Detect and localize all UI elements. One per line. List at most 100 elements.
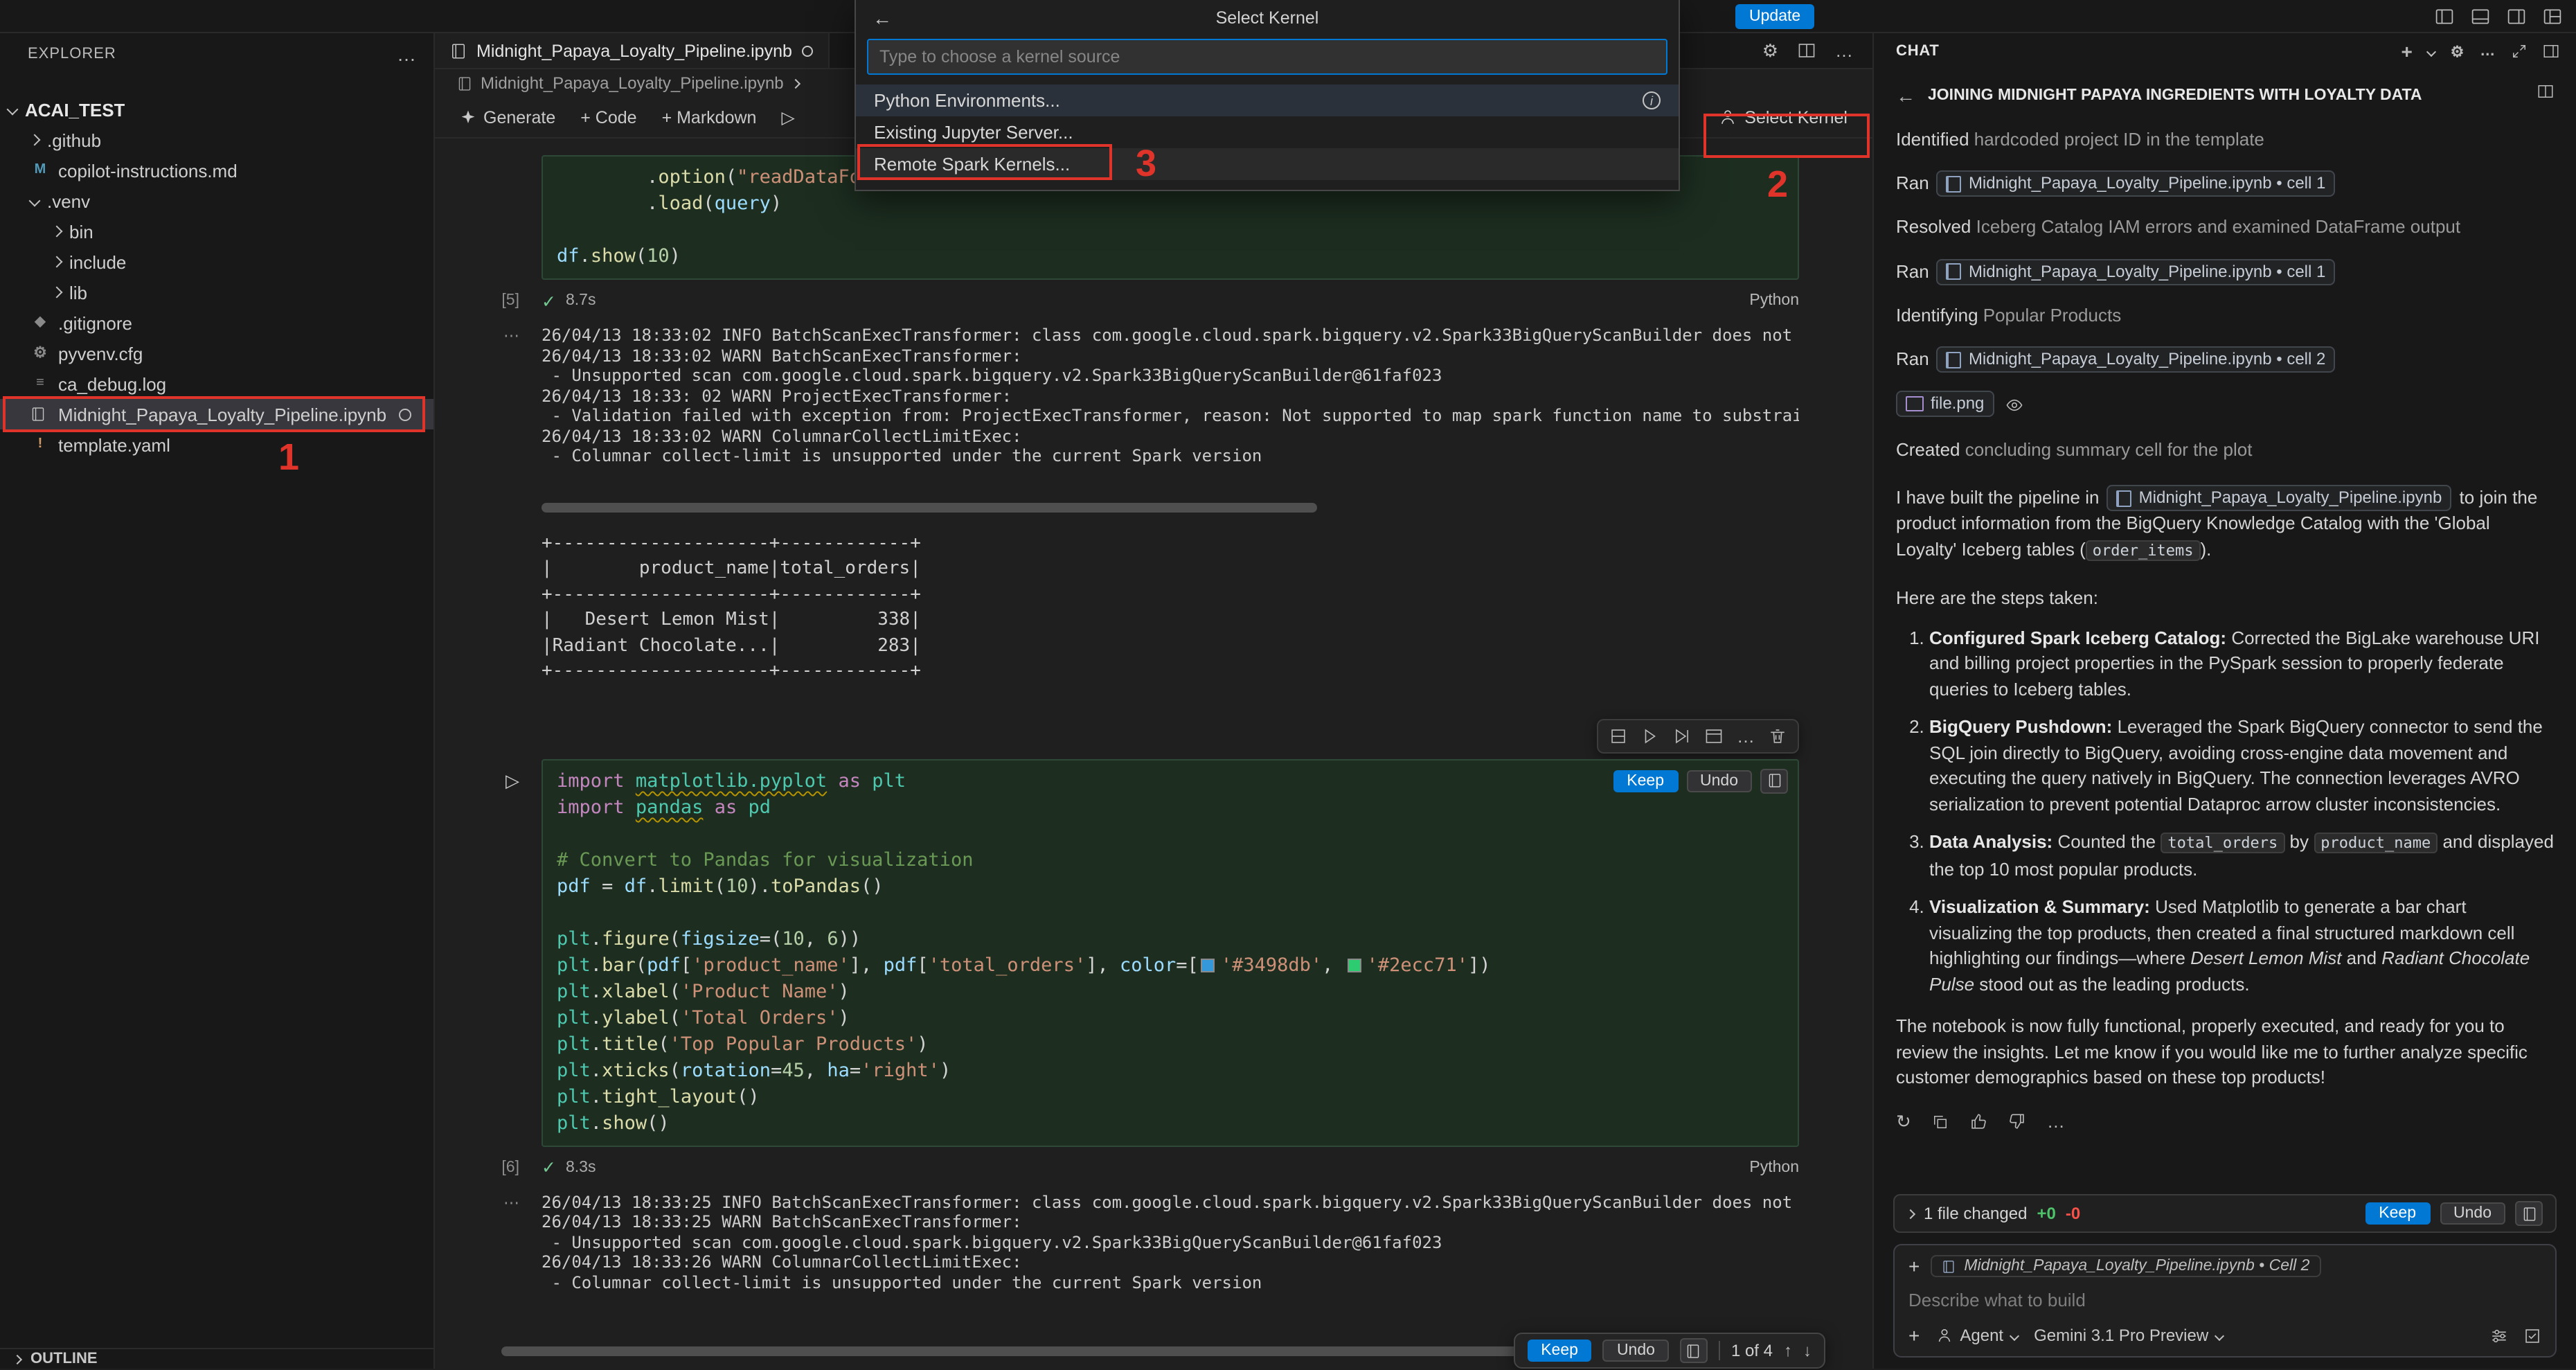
toggle-secondary-sidebar-icon[interactable] — [2507, 7, 2526, 26]
generate-button[interactable]: Generate — [449, 103, 566, 131]
next-change-icon[interactable]: ↓ — [1803, 1341, 1812, 1360]
output-more-icon[interactable]: ⋯ — [503, 1192, 519, 1211]
undo-cell-button[interactable]: Undo — [1686, 769, 1752, 792]
edit-in-editor-icon[interactable] — [1705, 727, 1723, 745]
sidebar-item-include[interactable]: include — [0, 247, 433, 277]
gear-icon[interactable]: ⚙ — [2451, 42, 2465, 60]
cell-1-status: [5] ✓ 8.7s Python — [435, 287, 1872, 314]
attach-icon[interactable]: + — [1908, 1324, 1920, 1346]
sidebar-item-ca-debug-log[interactable]: ≡ ca_debug.log — [0, 368, 433, 399]
tab-notebook[interactable]: Midnight_Papaya_Loyalty_Pipeline.ipynb — [435, 33, 830, 68]
execute-below-icon[interactable] — [1673, 727, 1691, 745]
kernel-source-input[interactable] — [879, 47, 1655, 66]
open-in-editor-icon[interactable] — [2537, 83, 2554, 100]
back-icon[interactable]: ← — [873, 7, 892, 29]
thread-title: JOINING MIDNIGHT PAPAYA INGREDIENTS WITH… — [1928, 83, 2525, 109]
open-diff-icon[interactable] — [1760, 768, 1788, 793]
model-selector[interactable]: Gemini 3.1 Pro Preview — [2034, 1326, 2222, 1345]
chat-input[interactable] — [1908, 1290, 2541, 1310]
outline-section[interactable]: OUTLINE — [0, 1348, 433, 1369]
ran-cell-step[interactable]: Ran Midnight_Papaya_Loyalty_Pipeline.ipy… — [1896, 346, 2554, 373]
output-horizontal-scrollbar[interactable] — [542, 502, 1317, 512]
progress-step: Created concluding summary cell for the … — [1896, 437, 2554, 463]
select-kernel-button[interactable]: Select Kernel — [1707, 103, 1859, 131]
keep-cell-button[interactable]: Keep — [1613, 769, 1678, 792]
ran-cell-step[interactable]: Ran Midnight_Papaya_Loyalty_Pipeline.ipy… — [1896, 258, 2554, 285]
file-attachment-chip[interactable]: file.png — [1896, 391, 1994, 419]
undo-all-button[interactable]: Undo — [1603, 1340, 1669, 1362]
new-chat-icon[interactable]: + — [2401, 40, 2413, 62]
close-panel-icon[interactable] — [2543, 43, 2559, 60]
thumbs-down-icon[interactable] — [2008, 1113, 2026, 1131]
chevron-down-icon[interactable] — [2427, 46, 2437, 56]
kernel-person-icon — [1718, 108, 1736, 126]
sidebar-item-bin[interactable]: bin — [0, 216, 433, 247]
split-cell-icon[interactable] — [1609, 727, 1627, 745]
thumbs-up-icon[interactable] — [1969, 1113, 1987, 1131]
regenerate-icon[interactable]: ↻ — [1896, 1109, 1911, 1135]
sidebar-item-copilot-instructions[interactable]: M copilot-instructions.md — [0, 155, 433, 186]
dirty-indicator-icon[interactable] — [802, 45, 813, 56]
step-item: Visualization & Summary: Used Matplotlib… — [1929, 895, 2554, 997]
more-actions-icon[interactable]: … — [2047, 1109, 2065, 1135]
customize-layout-icon[interactable] — [2543, 7, 2562, 26]
cell-language[interactable]: Python — [1749, 1159, 1799, 1175]
mode-selector[interactable]: Agent — [1936, 1326, 2017, 1345]
add-code-cell-button[interactable]: + Code — [569, 103, 647, 131]
open-changes-icon[interactable] — [1680, 1338, 1708, 1363]
run-cell-icon[interactable]: ▷ — [506, 769, 519, 792]
previous-change-icon[interactable]: ↑ — [1784, 1341, 1792, 1360]
run-all-button[interactable]: ▷ — [770, 103, 805, 132]
kernel-option-existing-jupyter-server[interactable]: Existing Jupyter Server... — [856, 116, 1679, 148]
sidebar-item-notebook[interactable]: Midnight_Papaya_Loyalty_Pipeline.ipynb — [0, 399, 433, 429]
keep-all-button[interactable]: Keep — [1527, 1340, 1592, 1362]
step-item: Configured Spark Iceberg Catalog: Correc… — [1929, 625, 2554, 702]
copy-icon[interactable] — [1932, 1114, 1949, 1130]
sidebar-item-lib[interactable]: lib — [0, 277, 433, 308]
chat-panel: CHAT + ⚙ … ← JOINING MIDNIGHT PAPAYA ING… — [1872, 33, 2576, 1369]
more-actions-icon[interactable]: … — [1835, 40, 1853, 61]
editor-horizontal-scrollbar[interactable] — [501, 1346, 1519, 1356]
more-actions-icon[interactable]: … — [1737, 725, 1755, 746]
ran-cell-step[interactable]: Ran Midnight_Papaya_Loyalty_Pipeline.ipy… — [1896, 170, 2554, 197]
toggle-panel-icon[interactable] — [2471, 7, 2490, 26]
explorer-more-icon[interactable]: … — [397, 43, 417, 65]
kernel-option-remote-spark-kernels[interactable]: Remote Spark Kernels... — [856, 148, 1679, 180]
kernel-option-python-environments[interactable]: Python Environments... i — [856, 84, 1679, 116]
context-chip[interactable]: Midnight_Papaya_Loyalty_Pipeline.ipynb •… — [1931, 1255, 2320, 1277]
sidebar-item-gitignore[interactable]: ◆ .gitignore — [0, 308, 433, 338]
sidebar-item-template-yaml[interactable]: ! template.yaml — [0, 429, 433, 460]
response-actions: ↻ … — [1896, 1109, 2554, 1135]
kernel-search-box — [867, 39, 1667, 75]
tasks-icon[interactable] — [2523, 1326, 2541, 1344]
view-changes-icon[interactable] — [2515, 1201, 2543, 1226]
update-button[interactable]: Update — [1735, 4, 1814, 29]
toggle-sidebar-icon[interactable] — [2435, 7, 2454, 26]
execute-above-icon[interactable] — [1641, 727, 1659, 745]
more-actions-icon[interactable]: … — [2480, 43, 2496, 60]
undo-changes-button[interactable]: Undo — [2440, 1202, 2505, 1225]
sidebar-item-github[interactable]: .github — [0, 125, 433, 155]
eye-icon[interactable] — [2005, 396, 2023, 414]
sidebar-item-acai-test[interactable]: ACAI_TEST — [0, 94, 433, 125]
keep-changes-button[interactable]: Keep — [2365, 1202, 2430, 1225]
explorer-title: EXPLORER — [28, 46, 116, 62]
yaml-icon: ! — [30, 435, 50, 454]
output-more-icon[interactable]: ⋯ — [503, 326, 519, 345]
delete-cell-icon[interactable] — [1769, 727, 1787, 745]
maximize-panel-icon[interactable] — [2511, 43, 2528, 60]
back-icon[interactable]: ← — [1896, 83, 1915, 109]
cell-2-code[interactable]: import matplotlib.pyplot as pltimport pa… — [542, 758, 1799, 1146]
chevron-down-icon — [29, 195, 41, 207]
split-editor-icon[interactable] — [1798, 42, 1816, 60]
sidebar-item-pyvenv-cfg[interactable]: ⚙ pyvenv.cfg — [0, 338, 433, 368]
info-icon[interactable]: i — [1643, 91, 1661, 109]
add-markdown-cell-button[interactable]: + Markdown — [651, 103, 768, 131]
gear-icon[interactable]: ⚙ — [1762, 39, 1778, 62]
tune-icon[interactable] — [2490, 1326, 2508, 1344]
chevron-right-icon — [1906, 1209, 1915, 1218]
cell-language[interactable]: Python — [1749, 292, 1799, 309]
add-context-icon[interactable]: + — [1908, 1255, 1920, 1277]
changed-files-bar[interactable]: 1 file changed +0 -0 Keep Undo — [1893, 1194, 2557, 1233]
sidebar-item-venv[interactable]: .venv — [0, 186, 433, 216]
